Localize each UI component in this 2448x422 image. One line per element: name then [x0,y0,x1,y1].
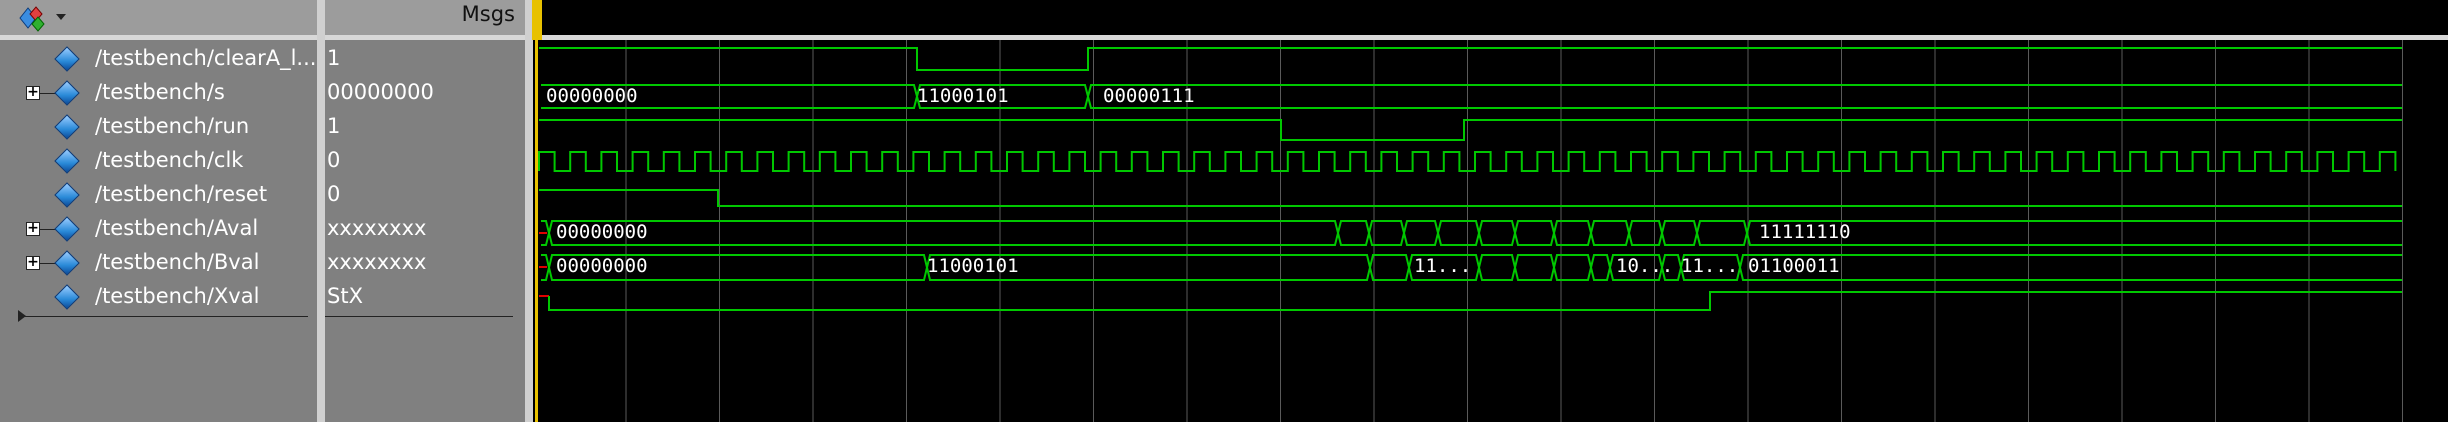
signal-row-clearA[interactable]: /testbench/clearA_l... 1 [0,42,533,76]
bus-value-label: 00000000 [556,221,648,243]
wave-reset [539,189,2402,207]
wave-tool-icon[interactable] [14,4,50,32]
expand-icon[interactable]: + [26,85,40,100]
signal-name: /testbench/Aval [95,216,259,240]
bus-value-label: 11... [1414,255,1471,277]
expand-icon[interactable]: + [26,255,40,270]
marker-arrow-icon [18,310,26,322]
signal-name: /testbench/clk [95,148,244,172]
signal-name: /testbench/clearA_l... [95,46,317,70]
signal-icon [54,284,80,310]
time-cursor[interactable] [535,0,538,422]
signal-value: 0 [327,148,341,172]
signal-icon [54,182,80,208]
signal-row-clk[interactable]: /testbench/clk 0 [0,144,533,178]
wave-xval [548,291,2402,311]
bus-value-label: 11000101 [927,255,1019,277]
signal-rows: /testbench/clearA_l... 1 + /testbench/s … [0,42,533,422]
signal-name: /testbench/run [95,114,250,138]
signal-icon [54,80,80,106]
signal-icon [54,148,80,174]
signal-icon [54,114,80,140]
signal-value: 0 [327,182,341,206]
wave-clearA [539,47,2402,71]
msgs-header-panel: Msgs [325,0,525,35]
bus-value-label: 00000000 [556,255,648,277]
signal-value: 00000000 [327,80,434,104]
bus-value-label: 00000111 [1103,85,1195,107]
row-underline [20,316,308,317]
signal-value: xxxxxxxx [327,250,427,274]
bus-edge [541,254,2402,268]
expand-icon[interactable]: + [26,221,40,236]
bus-value-label: 00000000 [546,85,638,107]
signal-row-s[interactable]: + /testbench/s 00000000 [0,76,533,110]
signal-name: /testbench/s [95,80,225,104]
bus-value-label: 11000101 [917,85,1009,107]
bus-edge [541,92,2402,109]
bus-edge [541,220,2402,234]
signal-icon [54,250,80,276]
signal-row-aval[interactable]: + /testbench/Aval xxxxxxxx [0,212,533,246]
signal-row-run[interactable]: /testbench/run 1 [0,110,533,144]
signal-name: /testbench/Xval [95,284,260,308]
pane-splitter[interactable] [525,0,533,422]
chevron-down-icon[interactable] [56,14,66,20]
signal-value: 1 [327,114,341,138]
msgs-header: Msgs [461,2,515,26]
waveform-canvas: 00000000 11000101 00000111 00000000 1111… [538,40,2403,422]
pane-splitter[interactable] [317,0,325,422]
signal-name: /testbench/reset [95,182,268,206]
toolbar [0,0,317,35]
bus-edge [541,232,2402,246]
signal-value: xxxxxxxx [327,216,427,240]
bus-value-label: 11... [1681,255,1738,277]
signal-icon [54,216,80,242]
bus-edge [541,267,2402,281]
bus-value-label: 10... [1616,255,1673,277]
signal-value: StX [327,284,363,308]
bus-value-label: 11111110 [1759,221,1851,243]
row-underline [325,316,513,317]
signal-name: /testbench/Bval [95,250,260,274]
signal-row-reset[interactable]: /testbench/reset 0 [0,178,533,212]
signal-value: 1 [327,46,341,70]
signal-row-xval[interactable]: /testbench/Xval StX [0,280,533,314]
wave-run [539,119,2402,141]
waveform-area[interactable]: 00000000 11000101 00000111 00000000 1111… [533,40,2448,422]
signal-row-bval[interactable]: + /testbench/Bval xxxxxxxx [0,246,533,280]
bus-value-label: 01100011 [1748,255,1840,277]
signal-icon [54,46,80,72]
bus-edge [541,84,2402,101]
